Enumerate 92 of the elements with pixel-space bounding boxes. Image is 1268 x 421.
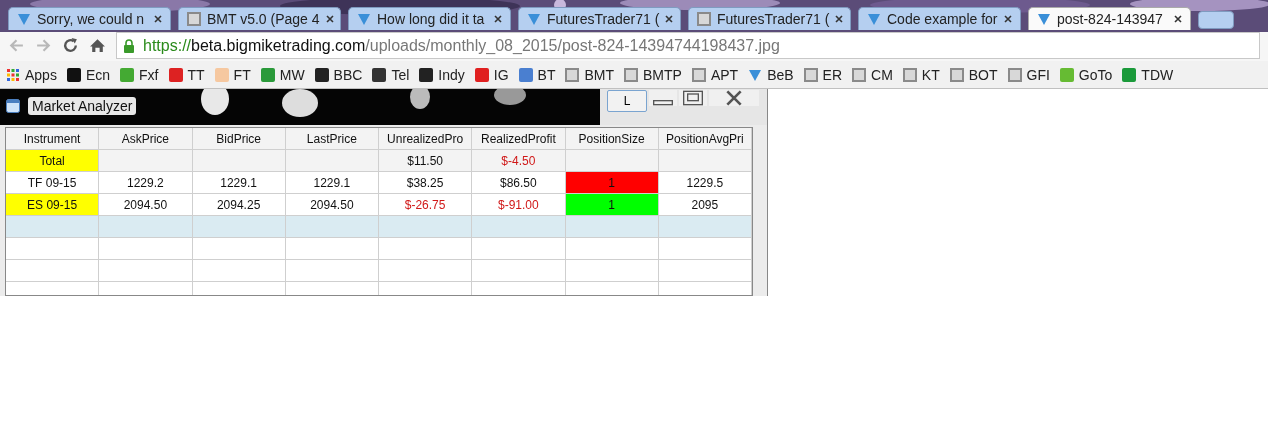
column-header[interactable]: AskPrice xyxy=(99,128,193,150)
bookmark[interactable]: MW xyxy=(260,66,305,83)
browser-tab[interactable]: FuturesTrader71 ( xyxy=(518,7,681,30)
bookmark[interactable]: Fxf xyxy=(120,66,159,83)
close-icon[interactable] xyxy=(494,15,502,23)
bm-logo-icon xyxy=(624,67,638,82)
bm-logo-icon xyxy=(949,67,964,82)
lock-icon xyxy=(123,38,135,53)
bm-logo-icon xyxy=(1007,67,1022,82)
chevron-icon xyxy=(17,12,31,26)
chevron-icon xyxy=(357,12,371,26)
bookmark[interactable]: Ecn xyxy=(66,66,111,83)
address-bar[interactable]: https://beta.bigmiketrading.com/uploads/monthly_08_2015/post-824-14394744198437.jpg xyxy=(116,32,1260,59)
bookmark[interactable]: BBC xyxy=(314,66,363,83)
table-cell: 1229.2 xyxy=(99,172,193,194)
table-cell: 1229.1 xyxy=(285,172,379,194)
close-icon[interactable] xyxy=(1004,15,1012,23)
table-cell: $11.50 xyxy=(379,150,473,172)
table-cell: 1 xyxy=(565,194,659,216)
home-icon[interactable] xyxy=(89,37,106,54)
bookmark[interactable]: CM xyxy=(852,66,893,83)
bookmark[interactable]: GoTo xyxy=(1059,66,1113,83)
bm-logo-icon xyxy=(565,67,580,82)
tab-title: FuturesTrader71 ( xyxy=(717,11,830,27)
browser-tab[interactable]: Sorry, we could n xyxy=(8,7,171,30)
close-icon[interactable] xyxy=(1174,15,1182,23)
tab-title: post-824-143947 xyxy=(1057,11,1164,27)
tab-title: FuturesTrader71 ( xyxy=(547,11,660,27)
minimize-icon[interactable] xyxy=(649,90,677,106)
maximize-icon[interactable] xyxy=(679,90,707,106)
close-icon[interactable] xyxy=(709,90,759,106)
bookmark[interactable]: IG xyxy=(474,66,509,83)
tab-title: How long did it ta xyxy=(377,11,486,27)
bm-logo-icon xyxy=(187,12,201,26)
table-cell: 1229.5 xyxy=(658,172,752,194)
bookmark[interactable]: ER xyxy=(803,66,843,83)
table-cell: 1 xyxy=(565,172,659,194)
chevron-icon xyxy=(748,67,763,82)
close-icon[interactable] xyxy=(665,15,674,23)
bm-logo-icon xyxy=(697,12,711,26)
bookmark[interactable]: Indy xyxy=(419,66,465,83)
bookmark[interactable]: Tel xyxy=(372,66,410,83)
column-header[interactable]: UnrealizedPro xyxy=(379,128,473,150)
chevron-icon xyxy=(1037,12,1051,26)
table-cell: $38.25 xyxy=(379,172,473,194)
table-cell: 1229.1 xyxy=(192,172,286,194)
bookmark[interactable]: Apps xyxy=(6,66,57,83)
bookmark[interactable]: BeB xyxy=(748,66,794,83)
bookmark[interactable]: APT xyxy=(691,66,739,83)
column-header[interactable]: Instrument xyxy=(6,128,100,150)
bm-logo-icon xyxy=(852,67,867,82)
window-icon xyxy=(6,99,20,113)
bookmark[interactable]: TDW xyxy=(1122,66,1174,83)
table-cell: $86.50 xyxy=(472,172,566,194)
browser-tab[interactable]: FuturesTrader71 ( xyxy=(688,7,851,30)
browser-tab[interactable]: How long did it ta xyxy=(348,7,511,30)
browser-tab[interactable]: BMT v5.0 (Page 4 xyxy=(178,7,341,30)
table-cell: ES 09-15 xyxy=(6,194,100,216)
tab-title: BMT v5.0 (Page 4 xyxy=(207,11,320,27)
close-icon[interactable] xyxy=(325,15,334,23)
chevron-icon xyxy=(527,12,541,26)
bookmark[interactable]: TT xyxy=(168,66,205,83)
bm-logo-icon xyxy=(803,67,818,82)
column-header[interactable]: LastPrice xyxy=(285,128,379,150)
browser-tab[interactable]: post-824-143947 xyxy=(1028,7,1191,30)
column-header[interactable]: PositionSize xyxy=(565,128,659,150)
column-header[interactable]: PositionAvgPri xyxy=(658,128,752,150)
tab-title: Sorry, we could n xyxy=(37,11,146,27)
close-icon[interactable] xyxy=(154,15,162,23)
close-icon[interactable] xyxy=(835,15,844,23)
table-cell: $-4.50 xyxy=(472,150,566,172)
column-header[interactable]: BidPrice xyxy=(192,128,286,150)
apps-grid-icon xyxy=(6,67,20,82)
bookmark[interactable]: GFI xyxy=(1007,66,1050,83)
table-row[interactable]: TF 09-15 1229.2 1229.1 1229.1 $38.25 $86.50 1 1229.5 xyxy=(6,172,752,194)
bookmark[interactable]: BMTP xyxy=(624,66,682,83)
bookmark[interactable]: KT xyxy=(902,66,940,83)
bookmark[interactable]: BOT xyxy=(949,66,998,83)
table-cell: Total xyxy=(6,150,100,172)
table-row[interactable]: Total $11.50 $-4.50 xyxy=(6,150,752,172)
chevron-icon xyxy=(867,12,881,26)
bookmark[interactable]: BT xyxy=(518,66,556,83)
bm-logo-icon xyxy=(902,67,917,82)
bm-logo-icon xyxy=(691,67,706,82)
l-button[interactable]: L xyxy=(607,90,647,112)
browser-tab[interactable]: Code example for xyxy=(858,7,1021,30)
bookmark[interactable]: BMT xyxy=(565,66,614,83)
reload-icon[interactable] xyxy=(62,37,79,54)
tab-title: Code example for xyxy=(887,11,998,27)
bookmark[interactable]: FT xyxy=(214,66,251,83)
window-title: Market Analyzer xyxy=(28,97,137,115)
column-header[interactable]: RealizedProfit xyxy=(472,128,566,150)
